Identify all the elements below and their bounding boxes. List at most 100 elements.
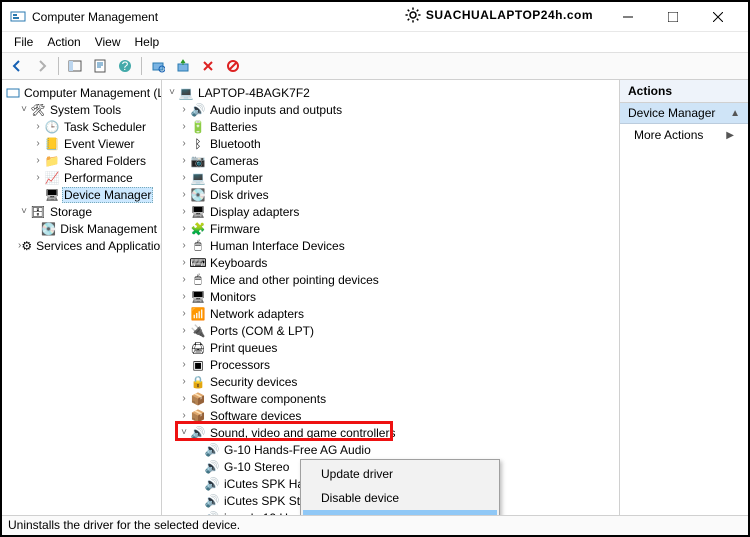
tree-task-scheduler[interactable]: ›🕒Task Scheduler bbox=[4, 118, 159, 135]
tree-performance[interactable]: ›📈Performance bbox=[4, 169, 159, 186]
maximize-button[interactable] bbox=[650, 3, 695, 31]
device-category[interactable]: ›⌨Keyboards bbox=[164, 254, 617, 271]
help-button[interactable]: ? bbox=[114, 55, 136, 77]
title-bar: Computer Management bbox=[2, 2, 748, 32]
category-icon: 🔋 bbox=[190, 119, 206, 135]
chevron-right-icon: ▶ bbox=[726, 130, 734, 141]
device-category[interactable]: ›▣Processors bbox=[164, 356, 617, 373]
uninstall-button[interactable] bbox=[197, 55, 219, 77]
tree-storage[interactable]: ˅🗄Storage bbox=[4, 203, 159, 220]
device-category[interactable]: ›📦Software devices bbox=[164, 407, 617, 424]
device-category[interactable]: ›🖨Print queues bbox=[164, 339, 617, 356]
close-button[interactable] bbox=[695, 3, 740, 31]
ctx-update-driver[interactable]: Update driver bbox=[303, 462, 497, 486]
perf-icon: 📈 bbox=[44, 170, 60, 186]
tree-event-viewer[interactable]: ›📒Event Viewer bbox=[4, 135, 159, 152]
device-category[interactable]: ›💽Disk drives bbox=[164, 186, 617, 203]
computer-management-window: SUACHUALAPTOP24h.com Computer Management… bbox=[0, 0, 750, 537]
device-category[interactable]: ›🧩Firmware bbox=[164, 220, 617, 237]
device-category[interactable]: ›🔊Audio inputs and outputs bbox=[164, 101, 617, 118]
disable-button[interactable] bbox=[222, 55, 244, 77]
device-category[interactable]: ›🖱Mice and other pointing devices bbox=[164, 271, 617, 288]
collapse-icon: ▲ bbox=[730, 108, 740, 119]
menu-view[interactable]: View bbox=[89, 33, 127, 51]
watermark: SUACHUALAPTOP24h.com bbox=[404, 6, 593, 24]
show-hide-tree-button[interactable] bbox=[64, 55, 86, 77]
tools-icon: 🛠 bbox=[30, 102, 46, 118]
tree-disk-management[interactable]: 💽Disk Management bbox=[4, 220, 159, 237]
menu-file[interactable]: File bbox=[8, 33, 39, 51]
context-menu: Update driver Disable device Uninstall d… bbox=[300, 459, 500, 515]
back-button[interactable] bbox=[6, 55, 28, 77]
svg-text:?: ? bbox=[122, 59, 129, 73]
computer-icon bbox=[6, 85, 20, 101]
category-icon: 🔌 bbox=[190, 323, 206, 339]
device-category[interactable]: ›🔌Ports (COM & LPT) bbox=[164, 322, 617, 339]
category-sound[interactable]: ˅🔊Sound, video and game controllers bbox=[164, 424, 617, 441]
actions-more[interactable]: More Actions ▶ bbox=[620, 124, 748, 146]
tree-device-manager[interactable]: 🖥Device Manager bbox=[4, 186, 159, 203]
menu-help[interactable]: Help bbox=[129, 33, 166, 51]
device-category[interactable]: ›🔋Batteries bbox=[164, 118, 617, 135]
category-icon: ▣ bbox=[190, 357, 206, 373]
device-root[interactable]: ˅💻LAPTOP-4BAGK7F2 bbox=[164, 84, 617, 101]
tree-root[interactable]: Computer Management (Local) bbox=[4, 84, 159, 101]
category-icon: 📦 bbox=[190, 391, 206, 407]
device-manager-icon: 🖥 bbox=[44, 187, 60, 203]
category-icon: 🖨 bbox=[190, 340, 206, 356]
category-icon: 💻 bbox=[190, 170, 206, 186]
category-icon: 🖱 bbox=[190, 238, 206, 254]
device-category[interactable]: ›ᛒBluetooth bbox=[164, 135, 617, 152]
storage-icon: 🗄 bbox=[30, 204, 46, 220]
menu-action[interactable]: Action bbox=[41, 33, 86, 51]
forward-button[interactable] bbox=[31, 55, 53, 77]
status-bar: Uninstalls the driver for the selected d… bbox=[2, 515, 748, 535]
event-icon: 📒 bbox=[44, 136, 60, 152]
category-icon: 💽 bbox=[190, 187, 206, 203]
tree-services[interactable]: ›⚙Services and Applications bbox=[4, 237, 159, 254]
speaker-icon: 🔊 bbox=[204, 459, 220, 475]
scan-button[interactable] bbox=[147, 55, 169, 77]
folder-icon: 📁 bbox=[44, 153, 60, 169]
tree-shared-folders[interactable]: ›📁Shared Folders bbox=[4, 152, 159, 169]
device-category[interactable]: ›🖥Monitors bbox=[164, 288, 617, 305]
category-icon: 🖥 bbox=[190, 204, 206, 220]
category-icon: ᛒ bbox=[190, 136, 206, 152]
device-category[interactable]: ›🖱Human Interface Devices bbox=[164, 237, 617, 254]
properties-button[interactable] bbox=[89, 55, 111, 77]
device-category[interactable]: ›💻Computer bbox=[164, 169, 617, 186]
left-tree-pane[interactable]: Computer Management (Local) ˅🛠System Too… bbox=[2, 80, 162, 515]
category-icon: 🖱 bbox=[190, 272, 206, 288]
category-icon: 🔊 bbox=[190, 102, 206, 118]
device-category[interactable]: ›📷Cameras bbox=[164, 152, 617, 169]
gear-icon bbox=[404, 6, 422, 24]
device-category[interactable]: ›📦Software components bbox=[164, 390, 617, 407]
speaker-icon: 🔊 bbox=[204, 476, 220, 492]
disk-icon: 💽 bbox=[41, 221, 56, 237]
watermark-text: SUACHUALAPTOP24h.com bbox=[426, 8, 593, 22]
category-icon: 📷 bbox=[190, 153, 206, 169]
ctx-disable-device[interactable]: Disable device bbox=[303, 486, 497, 510]
device-category[interactable]: ›📶Network adapters bbox=[164, 305, 617, 322]
minimize-button[interactable] bbox=[605, 3, 650, 31]
device-tree-pane[interactable]: ˅💻LAPTOP-4BAGK7F2 ›🔊Audio inputs and out… bbox=[162, 80, 619, 515]
category-icon: ⌨ bbox=[190, 255, 206, 271]
pc-icon: 💻 bbox=[178, 85, 194, 101]
ctx-uninstall-device[interactable]: Uninstall device bbox=[303, 510, 497, 515]
update-driver-button[interactable] bbox=[172, 55, 194, 77]
category-icon: 📶 bbox=[190, 306, 206, 322]
speaker-icon: 🔊 bbox=[204, 442, 220, 458]
services-icon: ⚙ bbox=[21, 238, 32, 254]
actions-pane: Actions Device Manager ▲ More Actions ▶ bbox=[619, 80, 748, 515]
category-icon: 📦 bbox=[190, 408, 206, 424]
category-icon: 🧩 bbox=[190, 221, 206, 237]
device-category[interactable]: ›🖥Display adapters bbox=[164, 203, 617, 220]
device-category[interactable]: ›🔒Security devices bbox=[164, 373, 617, 390]
clock-icon: 🕒 bbox=[44, 119, 60, 135]
sound-device[interactable]: 🔊G-10 Hands-Free AG Audio bbox=[164, 441, 617, 458]
toolbar-divider bbox=[141, 57, 142, 75]
status-text: Uninstalls the driver for the selected d… bbox=[8, 518, 240, 532]
actions-subheader[interactable]: Device Manager ▲ bbox=[620, 103, 748, 124]
app-icon bbox=[10, 9, 26, 25]
tree-system-tools[interactable]: ˅🛠System Tools bbox=[4, 101, 159, 118]
